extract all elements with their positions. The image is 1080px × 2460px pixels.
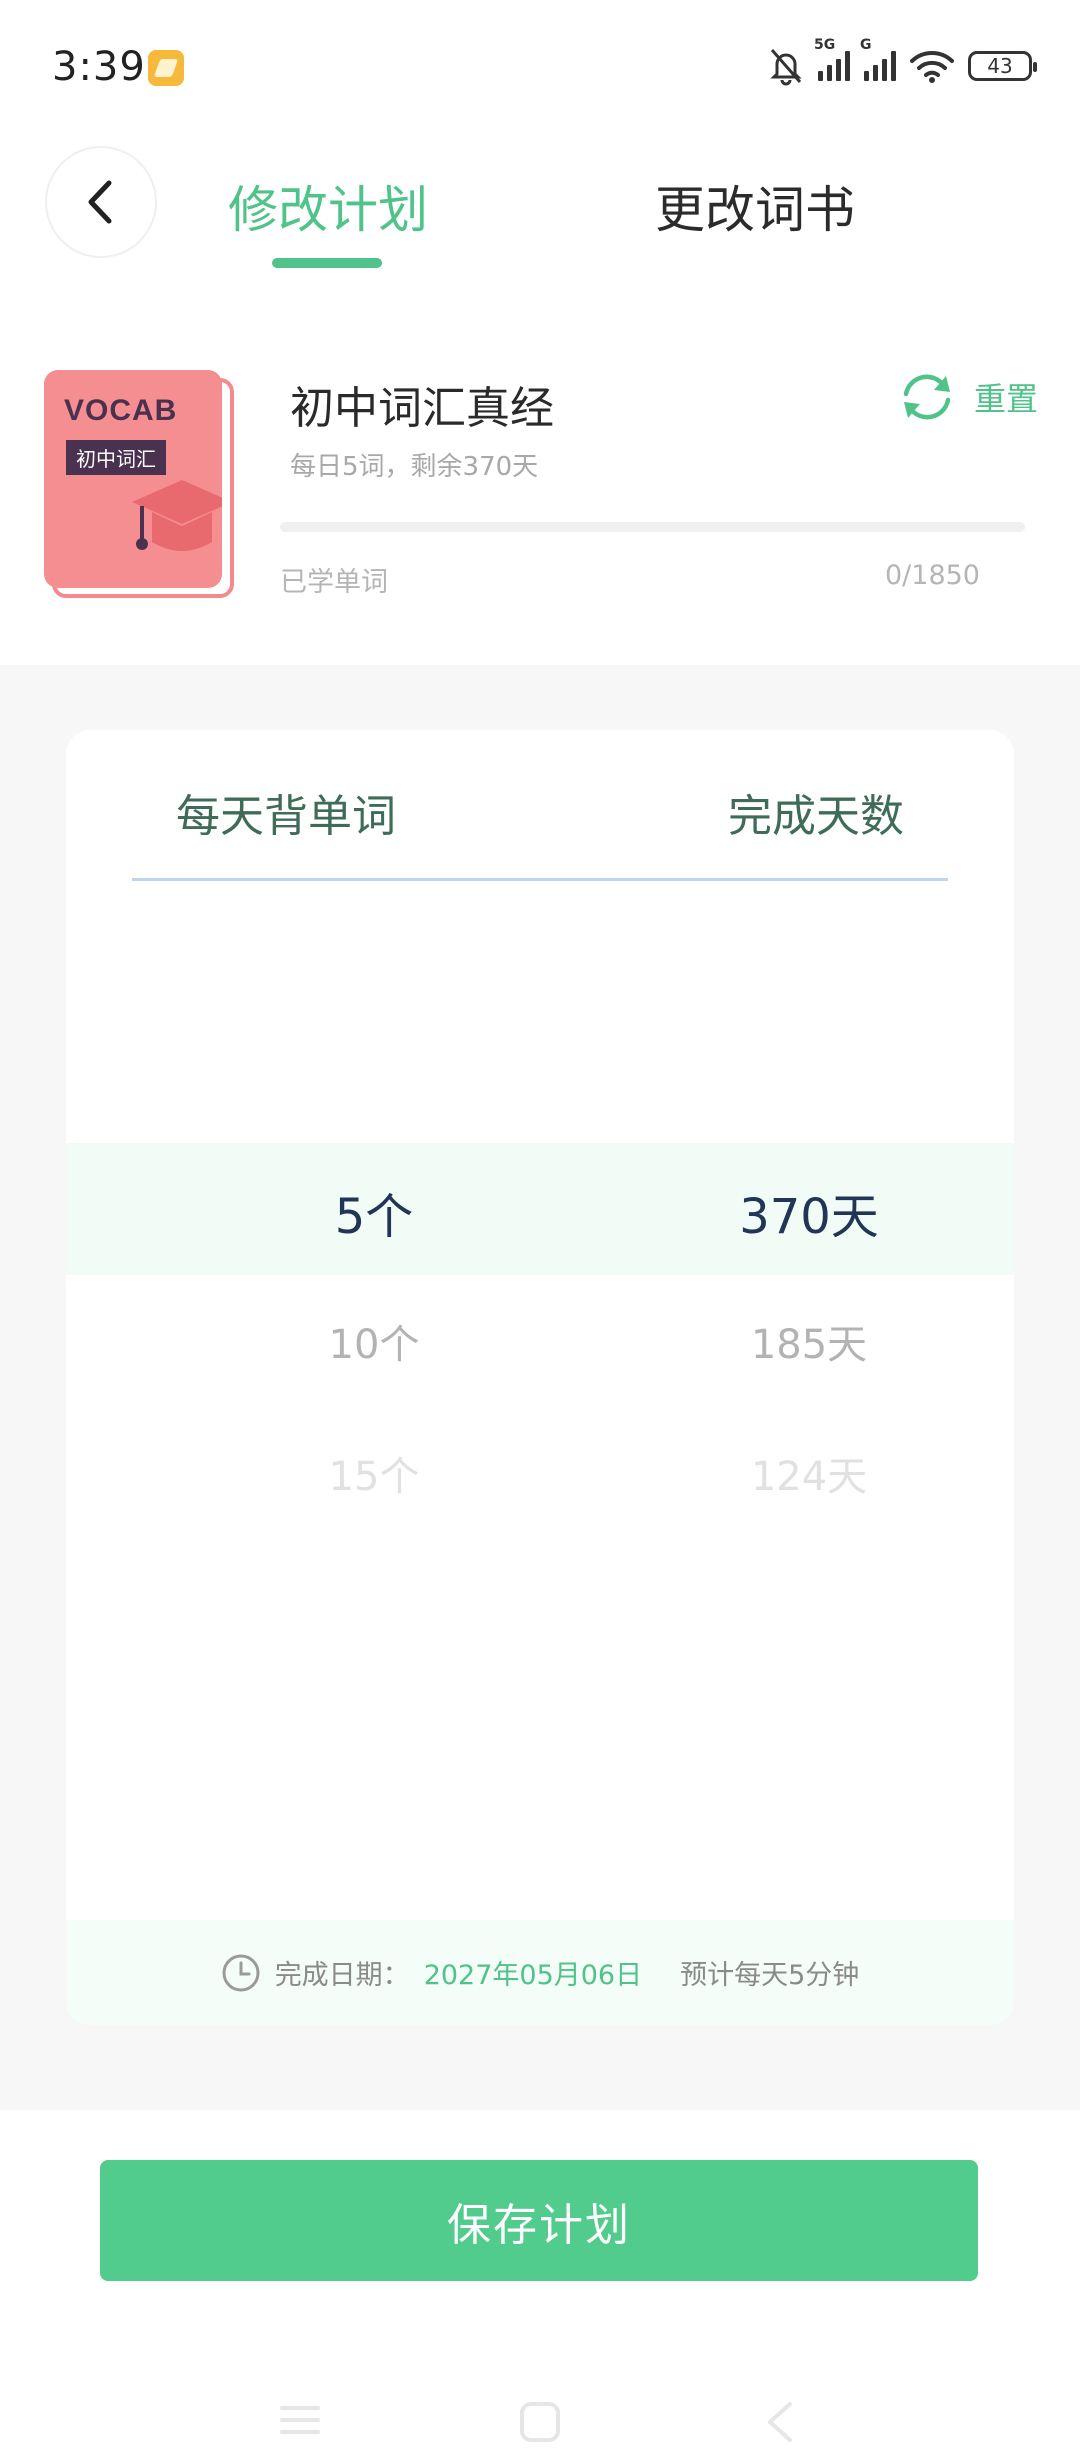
completion-info-bar: 完成日期： 2027年05月06日 预计每天5分钟 <box>66 1920 1014 2025</box>
active-tab-indicator <box>272 258 382 268</box>
plan-picker-panel: 每天背单词 完成天数 5个 370天 10个 185天 15个 124天 完成日… <box>66 730 1014 2025</box>
refresh-icon <box>903 374 951 420</box>
days-option[interactable]: 124天 <box>659 1444 959 1502</box>
network-2-label: G <box>860 37 872 53</box>
wifi-icon <box>910 51 954 83</box>
signal-5g-icon: 5G <box>814 37 850 81</box>
chevron-left-icon <box>88 180 112 224</box>
header-divider <box>132 878 948 881</box>
graduation-cap-icon <box>132 480 222 551</box>
reset-label: 重置 <box>973 380 1038 418</box>
back-triangle-icon[interactable] <box>760 2400 800 2444</box>
tab-modify-plan[interactable]: 修改计划 <box>228 170 428 242</box>
learned-count: 0/1850 <box>885 560 980 591</box>
clock-icon <box>222 1954 260 1991</box>
menu-icon[interactable] <box>278 2400 322 2440</box>
words-option-selected[interactable]: 5个 <box>224 1177 524 1247</box>
status-icons: 5G G 43 <box>768 37 1037 88</box>
days-option-selected[interactable]: 370天 <box>659 1177 959 1247</box>
signal-g-icon: G <box>860 37 896 81</box>
learned-label: 已学单词 <box>280 567 388 598</box>
back-button[interactable] <box>45 146 157 258</box>
completion-date-value: 2027年05月06日 <box>423 1960 643 1991</box>
book-cover: VOCAB 初中词汇 <box>44 370 234 598</box>
book-title: 初中词汇真经 <box>290 383 554 434</box>
reset-button[interactable]: 重置 <box>898 372 1038 422</box>
notification-app-icon <box>148 50 184 86</box>
words-option[interactable]: 15个 <box>224 1444 524 1502</box>
cover-front: VOCAB 初中词汇 <box>44 370 222 588</box>
days-option[interactable]: 185天 <box>659 1312 959 1370</box>
home-square-icon[interactable] <box>518 2400 562 2444</box>
cover-title: VOCAB <box>64 394 178 427</box>
words-per-day-header: 每天背单词 <box>176 791 396 842</box>
status-bar: 3:39 5G G 43 <box>0 0 1080 135</box>
battery-level: 43 <box>987 54 1013 78</box>
days-to-finish-header: 完成天数 <box>728 791 904 842</box>
battery-icon: 43 <box>968 51 1037 81</box>
bell-muted-icon <box>770 49 802 86</box>
tab-change-book[interactable]: 更改词书 <box>655 170 855 242</box>
network-1-label: 5G <box>814 37 836 53</box>
learned-progress-bar <box>280 522 1025 532</box>
status-time: 3:39 <box>52 44 146 90</box>
daily-time-estimate: 预计每天5分钟 <box>680 1960 860 1991</box>
system-nav-bar <box>0 2360 1080 2460</box>
completion-date-label: 完成日期： <box>274 1960 410 1991</box>
words-option[interactable]: 10个 <box>224 1312 524 1370</box>
save-plan-button[interactable]: 保存计划 <box>100 2160 978 2281</box>
book-summary: 每日5词，剩余370天 <box>290 452 539 482</box>
